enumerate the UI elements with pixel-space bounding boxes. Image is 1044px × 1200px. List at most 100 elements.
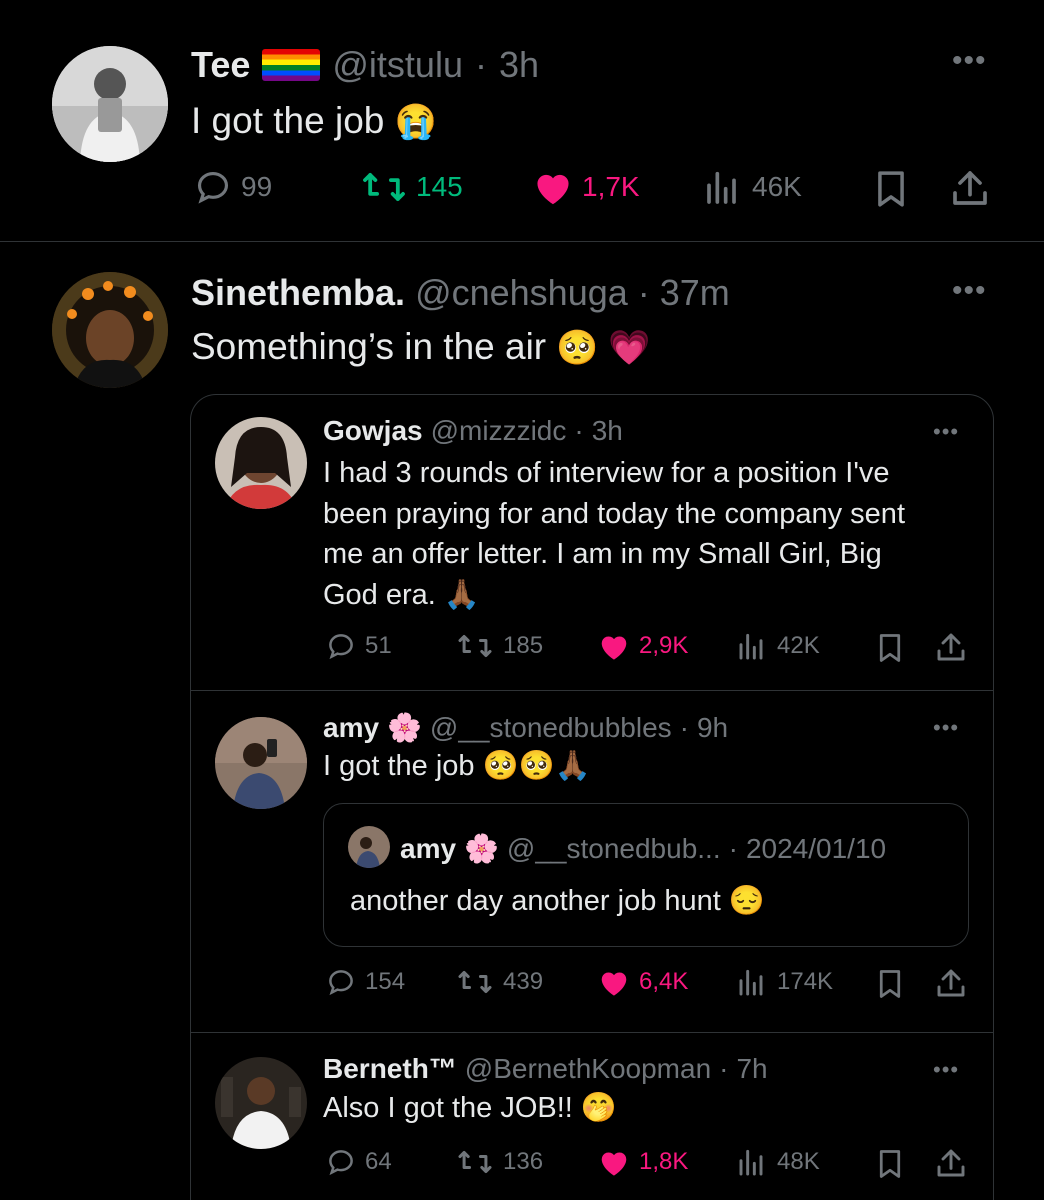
like-button[interactable]: 1,8K <box>597 1147 688 1177</box>
share-icon[interactable] <box>935 967 967 999</box>
quoted-tweet-amy[interactable]: amy 🌸 @__stonedbubbles · 9h ••• I got th… <box>191 691 993 1033</box>
quoted-tweet-berneth[interactable]: Berneth™ @BernethKoopman · 7h ••• Also I… <box>191 1033 993 1200</box>
retweet-count: 439 <box>503 968 544 995</box>
retweet-button[interactable]: 439 <box>455 967 543 997</box>
bookmark-icon[interactable] <box>877 1149 903 1179</box>
share-icon[interactable] <box>950 168 990 208</box>
views-button[interactable]: 42K <box>737 631 820 661</box>
timestamp[interactable]: 7h <box>736 1053 767 1085</box>
handle[interactable]: @__stonedbub... <box>507 833 721 865</box>
like-count: 1,7K <box>582 171 640 202</box>
more-options-icon[interactable]: ••• <box>933 717 959 739</box>
views-icon <box>739 633 763 660</box>
like-button[interactable]: 2,9K <box>597 631 688 661</box>
hand-over-mouth-icon: 🤭 <box>580 1092 618 1124</box>
tweet-text: Something’s in the air <box>191 326 547 367</box>
reply-icon <box>329 634 353 660</box>
tweet-tee[interactable]: Tee @itstulu · 3h ••• I got the job 😭 99… <box>0 0 1044 242</box>
folded-hands-icon: 🙏🏾 <box>443 578 481 611</box>
like-count: 1,8K <box>639 1148 689 1175</box>
retweet-button[interactable]: 185 <box>455 631 543 661</box>
tweet-sinethemba[interactable]: Sinethemba. @cnehshuga · 37m ••• Somethi… <box>0 242 1044 1200</box>
reply-count: 64 <box>365 1148 392 1175</box>
views-icon <box>707 171 736 204</box>
view-count: 48K <box>777 1148 820 1175</box>
quote-text: another day another job hunt <box>350 885 721 917</box>
view-count: 174K <box>777 968 834 995</box>
timestamp[interactable]: 3h <box>592 415 623 447</box>
retweet-count: 136 <box>503 1148 544 1175</box>
views-button[interactable]: 46K <box>704 168 802 206</box>
retweet-count: 185 <box>503 632 544 659</box>
views-icon <box>739 1149 763 1176</box>
handle[interactable]: @itstulu <box>332 44 463 86</box>
cherry-blossom-icon: 🌸 <box>387 712 422 743</box>
tweet-text: Also I got the JOB!! <box>323 1092 573 1124</box>
more-options-icon[interactable]: ••• <box>933 421 959 443</box>
like-button[interactable]: 6,4K <box>597 967 688 997</box>
more-options-icon[interactable]: ••• <box>952 276 987 306</box>
pensive-face-icon: 😔 <box>728 885 766 917</box>
display-name[interactable]: amy <box>400 833 456 865</box>
like-count: 6,4K <box>639 968 689 995</box>
bookmark-icon[interactable] <box>875 170 907 208</box>
retweet-icon <box>458 634 492 658</box>
display-name[interactable]: Sinethemba. <box>191 272 405 314</box>
retweet-button[interactable]: 136 <box>455 1147 543 1177</box>
display-name[interactable]: Tee <box>191 44 250 86</box>
tweet-text: I got the job <box>323 750 475 782</box>
reply-icon <box>197 171 229 204</box>
heart-icon <box>537 174 569 205</box>
handle[interactable]: @__stonedbubbles <box>430 712 672 744</box>
handle[interactable]: @mizzzidc <box>431 415 567 447</box>
display-name[interactable]: Gowjas <box>323 415 423 447</box>
timestamp[interactable]: 2024/01/10 <box>746 833 886 865</box>
display-name[interactable]: Berneth™ <box>323 1053 457 1085</box>
heart-icon <box>601 1152 627 1176</box>
handle[interactable]: @cnehshuga <box>415 272 628 314</box>
more-options-icon[interactable]: ••• <box>952 46 987 76</box>
rainbow-flag-icon <box>262 49 321 81</box>
tweet-text: I got the job <box>191 100 385 141</box>
reply-button[interactable]: 51 <box>325 631 392 661</box>
reply-button[interactable]: 99 <box>193 168 272 206</box>
quoted-thread-card[interactable]: Gowjas @mizzzidc · 3h ••• I had 3 rounds… <box>190 394 994 1200</box>
reply-count: 51 <box>365 632 392 659</box>
bookmark-icon[interactable] <box>877 969 903 999</box>
retweet-count: 145 <box>416 171 463 202</box>
views-button[interactable]: 48K <box>737 1147 820 1177</box>
heart-icon <box>601 972 627 996</box>
view-count: 46K <box>752 171 802 202</box>
nested-quote-card[interactable]: amy 🌸 @__stonedbub... · 2024/01/10 anoth… <box>323 803 969 947</box>
avatar[interactable] <box>52 46 168 162</box>
pleading-face-icon: 🥺🥺🙏🏾 <box>482 750 591 782</box>
reply-count: 154 <box>365 968 406 995</box>
reply-count: 99 <box>241 171 273 202</box>
reply-button[interactable]: 154 <box>325 967 405 997</box>
retweet-button[interactable]: 145 <box>360 168 463 206</box>
reply-icon <box>329 1150 353 1176</box>
reply-button[interactable]: 64 <box>325 1147 392 1177</box>
avatar[interactable] <box>215 717 307 809</box>
timestamp[interactable]: 9h <box>697 712 728 744</box>
handle[interactable]: @BernethKoopman <box>465 1053 711 1085</box>
avatar[interactable] <box>215 1057 307 1149</box>
avatar[interactable] <box>52 272 168 388</box>
timestamp[interactable]: 3h <box>499 44 539 86</box>
display-name[interactable]: amy <box>323 712 379 744</box>
retweet-icon <box>458 1150 492 1174</box>
like-button[interactable]: 1,7K <box>532 168 640 206</box>
avatar[interactable] <box>215 417 307 509</box>
avatar[interactable] <box>348 826 390 868</box>
timestamp[interactable]: 37m <box>660 272 730 314</box>
views-icon <box>739 969 763 996</box>
share-icon[interactable] <box>935 1147 967 1179</box>
like-count: 2,9K <box>639 632 689 659</box>
views-button[interactable]: 174K <box>737 967 833 997</box>
view-count: 42K <box>777 632 820 659</box>
quoted-tweet-gowjas[interactable]: Gowjas @mizzzidc · 3h ••• I had 3 rounds… <box>191 395 993 691</box>
bookmark-icon[interactable] <box>877 633 903 663</box>
share-icon[interactable] <box>935 631 967 663</box>
more-options-icon[interactable]: ••• <box>933 1059 959 1081</box>
reply-icon <box>329 970 353 996</box>
